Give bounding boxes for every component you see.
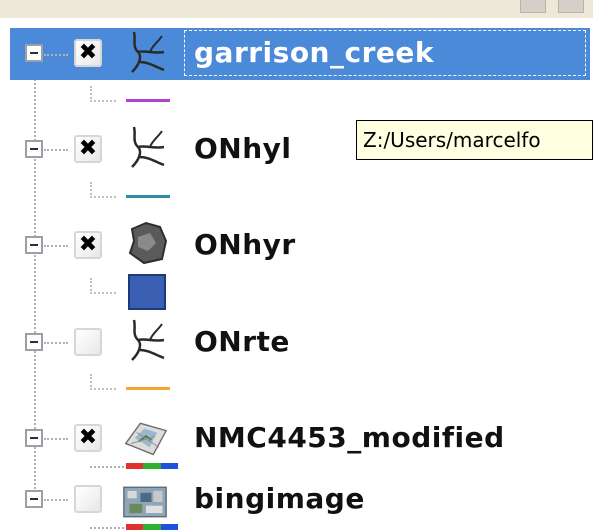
tree-connector [90,182,116,198]
layer-name[interactable]: ONrte [194,324,290,360]
tree-connector [90,527,124,529]
legend-rgb-band [126,463,178,469]
layer-visibility-checkbox[interactable]: ✖ [74,231,102,259]
green-band-swatch [143,524,161,530]
layer-visibility-checkbox[interactable]: ✖ [74,424,102,452]
tree-connector [44,499,68,501]
legend-line-swatch [126,195,170,198]
red-band-swatch [126,463,144,469]
layer-name[interactable]: ONhyl [194,131,292,167]
green-band-swatch [143,463,161,469]
layer-name[interactable]: NMC4453_modified [194,420,505,456]
legend-line-swatch [126,387,170,390]
collapse-icon[interactable] [25,490,43,508]
raster-map-icon [124,422,168,456]
tree-connector [90,86,116,102]
checkmark-icon: ✖ [78,40,98,65]
layer-visibility-checkbox[interactable] [74,328,102,356]
layer-tree: ✖ garrison_creek ✖ ONhyl ✖ ONhyr ONrte ✖… [0,0,593,532]
layer-name[interactable]: ONhyr [194,227,296,263]
layer-name[interactable]: garrison_creek [194,35,434,71]
river-network-icon [131,126,165,168]
layer-visibility-checkbox[interactable] [74,485,102,513]
collapse-icon[interactable] [25,44,43,62]
collapse-icon[interactable] [25,140,43,158]
checkmark-icon: ✖ [78,425,98,450]
tree-connector [90,374,116,390]
legend-rgb-band [126,524,178,530]
path-tooltip: Z:/Users/marcelfo [356,120,593,160]
red-band-swatch [126,524,144,530]
river-network-icon [131,319,165,361]
tree-connector [90,278,116,294]
blue-band-swatch [160,463,178,469]
checkmark-icon: ✖ [78,136,98,161]
legend-fill-swatch [128,274,166,310]
tree-connector [44,342,68,344]
layer-visibility-checkbox[interactable]: ✖ [74,135,102,163]
layer-visibility-checkbox[interactable]: ✖ [74,39,102,67]
tree-connector [44,54,68,56]
collapse-icon[interactable] [25,236,43,254]
polygon-shape-icon [128,221,168,265]
tree-connector [90,466,124,468]
collapse-icon[interactable] [25,429,43,447]
checkmark-icon: ✖ [78,232,98,257]
tree-connector [44,245,68,247]
blue-band-swatch [160,524,178,530]
legend-line-swatch [126,99,170,102]
tree-connector [44,438,68,440]
aerial-image-icon [123,486,167,518]
river-network-icon [131,31,165,73]
layer-name[interactable]: bingimage [194,481,365,517]
collapse-icon[interactable] [25,333,43,351]
tree-connector [44,149,68,151]
